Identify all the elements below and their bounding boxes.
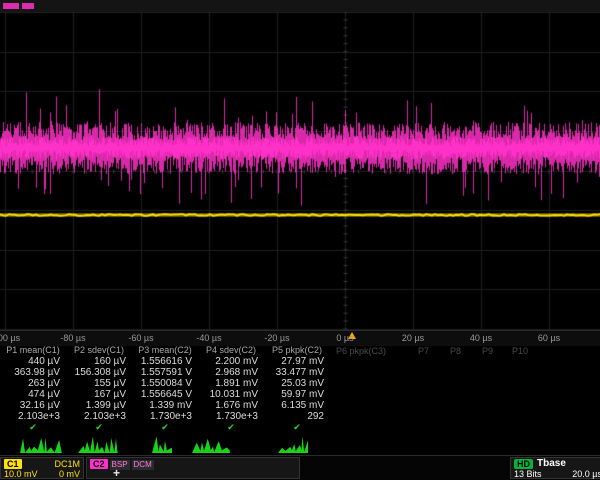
c1-descriptor[interactable]: C1 DC1M 10.0 mV 0 mV xyxy=(0,457,84,479)
c1-coupling-label: DC1M xyxy=(54,459,80,469)
measure-value: 1.891 mV xyxy=(198,378,264,389)
c1-channel-chip: C1 xyxy=(4,459,22,469)
measure-value: 33.477 mV xyxy=(264,367,330,378)
measure-value: 1.730e+3 xyxy=(198,411,264,422)
measure-table: P1 mean(C1)440 µV363.98 µV263 µV474 µV32… xyxy=(0,345,600,433)
measure-header[interactable]: P5 pkpk(C2) xyxy=(264,345,330,356)
c2-descriptor[interactable]: C2 BSPDCM + xyxy=(86,457,300,479)
measure-value: 1.556645 V xyxy=(132,389,198,400)
timebase-label: Tbase xyxy=(537,459,566,469)
add-trace-button[interactable]: + xyxy=(113,467,120,479)
histicon-icon xyxy=(152,433,172,453)
measure-value: 2.103e+3 xyxy=(0,411,66,422)
measure-header-disabled[interactable]: P8 xyxy=(450,346,461,356)
measure-header-disabled[interactable]: P9 xyxy=(482,346,493,356)
measure-value: 167 µV xyxy=(66,389,132,400)
time-label: 0 µs xyxy=(336,333,353,343)
measure-status-check-icon: ✔ xyxy=(264,422,330,433)
timebase-descriptor[interactable]: HD Tbase 13 Bits 20.0 µs/div xyxy=(510,457,600,479)
time-label: -60 µs xyxy=(128,333,153,343)
histicons xyxy=(0,433,600,455)
time-label: 60 µs xyxy=(538,333,560,343)
measure-header[interactable]: P4 sdev(C2) xyxy=(198,345,264,356)
measure-header[interactable]: P3 mean(C2) xyxy=(132,345,198,356)
c2-tag: DCM xyxy=(132,460,154,470)
histicon-icon xyxy=(78,433,118,453)
histicon-icon xyxy=(20,433,62,453)
measure-value: 1.550084 V xyxy=(132,378,198,389)
measure-column: P3 mean(C2)1.556616 V1.557591 V1.550084 … xyxy=(132,345,198,433)
measure-value: 1.557591 V xyxy=(132,367,198,378)
timebase-scale-value: 20.0 µs/div xyxy=(572,469,600,479)
measure-status-check-icon: ✔ xyxy=(132,422,198,433)
measure-value: 263 µV xyxy=(0,378,66,389)
measure-value: 155 µV xyxy=(66,378,132,389)
measure-value: 6.135 mV xyxy=(264,400,330,411)
graticule-canvas[interactable] xyxy=(0,12,600,330)
histicon-icon xyxy=(192,433,230,453)
measure-value: 292 xyxy=(264,411,330,422)
histicon-icon xyxy=(278,433,308,453)
c2-channel-chip: C2 xyxy=(90,459,108,469)
measure-header-disabled[interactable]: P10 xyxy=(512,346,528,356)
time-label: 40 µs xyxy=(470,333,492,343)
measure-value: 1.730e+3 xyxy=(132,411,198,422)
measure-column: P2 sdev(C1)160 µV156.308 µV155 µV167 µV1… xyxy=(66,345,132,433)
measure-column: P4 sdev(C2)2.200 mV2.968 mV1.891 mV10.03… xyxy=(198,345,264,433)
measure-value: 2.200 mV xyxy=(198,356,264,367)
measure-value: 363.98 µV xyxy=(0,367,66,378)
measure-header-disabled[interactable]: P6 pkpk(C3) xyxy=(336,346,386,356)
measure-value: 32.16 µV xyxy=(0,400,66,411)
measure-header[interactable]: P1 mean(C1) xyxy=(0,345,66,356)
c1-offset-value: 0 mV xyxy=(59,469,80,479)
time-label: -20 µs xyxy=(264,333,289,343)
measure-value: 156.308 µV xyxy=(66,367,132,378)
measure-status-check-icon: ✔ xyxy=(66,422,132,433)
measure-header[interactable]: P2 sdev(C1) xyxy=(66,345,132,356)
measure-value: 10.031 mV xyxy=(198,389,264,400)
hd-badge-icon: HD xyxy=(514,459,533,469)
c1-vdiv-value: 10.0 mV xyxy=(4,469,38,479)
bottom-bar: C1 DC1M 10.0 mV 0 mV C2 BSPDCM + HD Tbas… xyxy=(0,455,600,480)
measure-value: 27.97 mV xyxy=(264,356,330,367)
measure-value: 1.399 µV xyxy=(66,400,132,411)
time-label: -80 µs xyxy=(60,333,85,343)
time-label: -100 µs xyxy=(0,333,20,343)
measure-value: 2.103e+3 xyxy=(66,411,132,422)
measure-value: 1.676 mV xyxy=(198,400,264,411)
measure-header-disabled[interactable]: P7 xyxy=(418,346,429,356)
top-left-badge xyxy=(3,3,19,9)
measure-value: 2.968 mV xyxy=(198,367,264,378)
top-strip xyxy=(0,0,600,12)
time-axis: -100 µs -80 µs -60 µs -40 µs -20 µs 0 µs 20 µs… xyxy=(0,330,600,346)
measure-value: 440 µV xyxy=(0,356,66,367)
timebase-bits-value: 13 Bits xyxy=(514,469,542,479)
measure-status-check-icon: ✔ xyxy=(0,422,66,433)
measure-value: 474 µV xyxy=(0,389,66,400)
measure-value: 1.339 mV xyxy=(132,400,198,411)
measure-status-check-icon: ✔ xyxy=(198,422,264,433)
measure-value: 160 µV xyxy=(66,356,132,367)
time-label: -40 µs xyxy=(196,333,221,343)
measure-column: P1 mean(C1)440 µV363.98 µV263 µV474 µV32… xyxy=(0,345,66,433)
measure-value: 1.556616 V xyxy=(132,356,198,367)
time-label: 20 µs xyxy=(402,333,424,343)
measure-column: P5 pkpk(C2)27.97 mV33.477 mV25.03 mV59.9… xyxy=(264,345,330,433)
oscilloscope-screen: -100 µs -80 µs -60 µs -40 µs -20 µs 0 µs 20 µs… xyxy=(0,0,600,480)
top-left-badge xyxy=(22,3,34,9)
measure-value: 25.03 mV xyxy=(264,378,330,389)
measure-value: 59.97 mV xyxy=(264,389,330,400)
